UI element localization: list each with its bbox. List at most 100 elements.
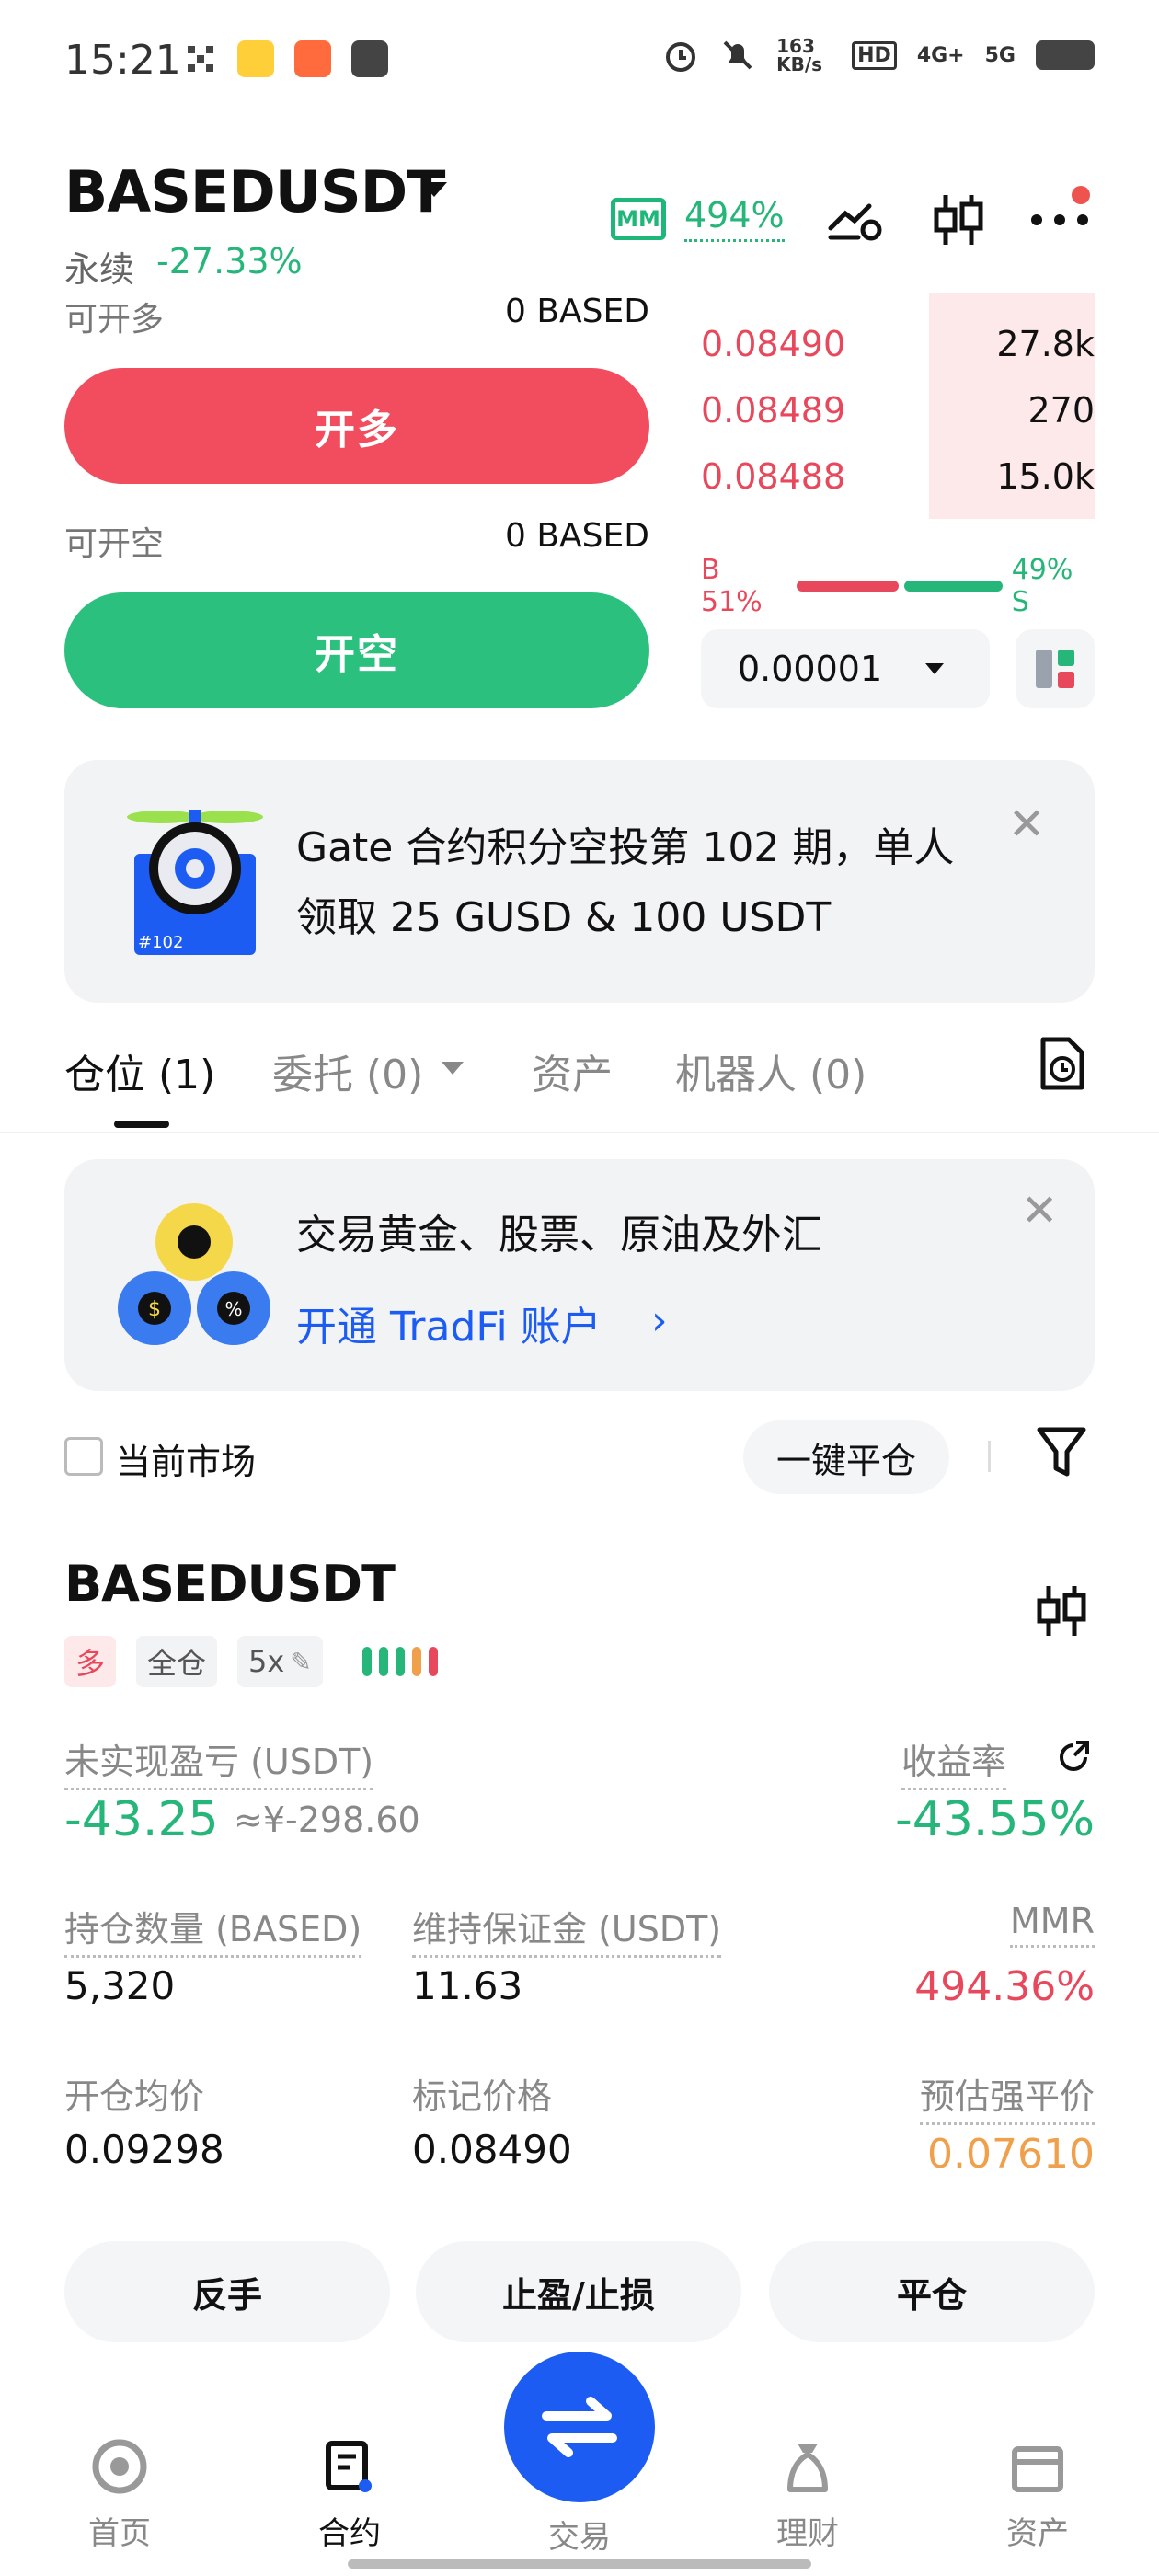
ask-price: 0.08490 — [701, 324, 846, 364]
banner-badge: #102 — [138, 933, 184, 952]
pair-dropdown-icon[interactable] — [421, 182, 447, 197]
nav-futures[interactable]: 合约 — [285, 2438, 414, 2553]
nav-assets[interactable]: 资产 — [973, 2438, 1102, 2553]
maintenance-margin-value: 11.63 — [412, 1963, 523, 2008]
earn-icon — [779, 2438, 836, 2495]
maintenance-margin-label[interactable]: 维持保证金 (USDT) — [412, 1901, 722, 1958]
liquidation-price-label[interactable]: 预估强平价 — [919, 2068, 1095, 2125]
status-notification-icons — [184, 40, 388, 77]
ask-size: 270 — [1027, 390, 1095, 431]
buy-sell-ratio: B 51% 49% S — [701, 554, 1095, 618]
weibo-app-icon — [237, 40, 274, 77]
mmr-label[interactable]: MMR — [1010, 1901, 1095, 1948]
nav-earn[interactable]: 理财 — [743, 2438, 872, 2553]
current-market-label: 当前市场 — [116, 1442, 257, 1482]
leverage-value: 5x — [248, 1644, 285, 1679]
svg-text:%: % — [224, 1298, 242, 1320]
open-short-button[interactable]: 开空 — [64, 592, 649, 708]
candlestick-chart-icon[interactable] — [1034, 1582, 1089, 1643]
mm-icon[interactable]: MM — [611, 198, 666, 240]
network-5g: 5G — [984, 43, 1016, 67]
status-time: 15:21 — [64, 37, 181, 84]
position-size-label[interactable]: 持仓数量 (BASED) — [64, 1901, 362, 1958]
nav-futures-label: 合约 — [318, 2515, 381, 2552]
tab-assets[interactable]: 资产 — [532, 1041, 613, 1100]
mute-icon — [723, 40, 752, 70]
leverage-tag[interactable]: 5x ✎ — [237, 1636, 323, 1687]
edit-icon: ✎ — [290, 1646, 312, 1677]
roe-value: -43.55% — [894, 1792, 1095, 1847]
unrealized-pnl-label[interactable]: 未实现盈亏 (USDT) — [64, 1733, 374, 1790]
network-share-icon — [188, 46, 213, 72]
liquidation-price-value: 0.07610 — [927, 2131, 1095, 2178]
swap-icon — [542, 2397, 617, 2457]
price-alert-icon[interactable] — [824, 189, 887, 251]
entry-price-label: 开仓均价 — [64, 2076, 205, 2117]
precision-select[interactable]: 0.00001 — [701, 629, 990, 708]
reverse-button[interactable]: 反手 — [64, 2241, 390, 2342]
precision-value: 0.00001 — [738, 649, 883, 689]
ask-row[interactable]: 0.08489 270 — [701, 377, 1095, 443]
tab-orders-dropdown-icon[interactable] — [442, 1062, 464, 1075]
tab-active-indicator — [114, 1121, 169, 1128]
chevron-down-icon — [925, 663, 944, 674]
tradfi-link[interactable]: 开通 TradFi 账户 — [296, 1294, 602, 1352]
sell-ratio-label: 49% S — [1011, 554, 1073, 618]
roe-label[interactable]: 收益率 — [901, 1733, 1006, 1790]
system-home-indicator[interactable] — [348, 2559, 811, 2569]
filter-icon[interactable] — [1036, 1424, 1087, 1483]
sell-ratio-bar — [903, 581, 1003, 592]
short-available-value: 0 BASED — [505, 517, 649, 555]
adl-indicator — [362, 1647, 438, 1676]
airdrop-banner-text: Gate 合约积分空投第 102 期，单人领取 25 GUSD & 100 US… — [296, 824, 955, 941]
mmr-value: 494.36% — [914, 1963, 1095, 2010]
entry-price-value: 0.09298 — [64, 2127, 224, 2172]
share-icon[interactable] — [1056, 1739, 1091, 1777]
pair-title[interactable]: BASEDUSDT — [64, 158, 445, 225]
current-market-checkbox[interactable] — [64, 1437, 103, 1476]
buy-ratio-bar — [796, 581, 899, 592]
mark-price-value: 0.08490 — [412, 2127, 572, 2172]
tab-bots[interactable]: 机器人 (0) — [675, 1041, 866, 1100]
message-app-icon — [351, 40, 388, 77]
position-pair[interactable]: BASEDUSDT — [64, 1555, 396, 1613]
ask-row[interactable]: 0.08488 15.0k — [701, 443, 1095, 510]
orderbook-layout-icon[interactable] — [1016, 629, 1095, 708]
candlestick-chart-icon[interactable] — [927, 189, 990, 251]
wallet-icon — [1009, 2438, 1066, 2495]
futures-icon — [321, 2438, 378, 2495]
nav-home[interactable]: 首页 — [55, 2438, 184, 2553]
home-icon — [91, 2438, 148, 2495]
side-tag: 多 — [64, 1636, 117, 1687]
network-4g: 4G+ — [916, 43, 965, 67]
close-icon[interactable]: ✕ — [1008, 802, 1045, 846]
close-all-button[interactable]: 一键平仓 — [743, 1420, 949, 1494]
svg-text:$: $ — [148, 1298, 161, 1321]
divider — [988, 1441, 991, 1472]
position-size-value: 5,320 — [64, 1963, 176, 2008]
ask-size: 27.8k — [996, 324, 1095, 364]
margin-mode-tag[interactable]: 全仓 — [136, 1636, 218, 1687]
history-icon[interactable] — [1038, 1036, 1087, 1095]
network-speed: 163 KB/s — [776, 35, 823, 75]
open-long-button[interactable]: 开多 — [64, 368, 649, 484]
long-available-label: 可开多 — [64, 301, 165, 339]
nav-trade-label[interactable]: 交易 — [515, 2512, 644, 2557]
tab-orders[interactable]: 委托 (0) — [272, 1041, 423, 1100]
tradfi-illustration-icon: $ % — [116, 1196, 272, 1352]
close-position-button[interactable]: 平仓 — [769, 2241, 1095, 2342]
tab-divider — [0, 1132, 1159, 1133]
mm-value[interactable]: 494% — [684, 195, 785, 242]
close-icon[interactable]: ✕ — [1021, 1189, 1058, 1233]
notification-dot — [1072, 186, 1090, 204]
buy-ratio-label: B 51% — [701, 554, 763, 618]
tp-sl-button[interactable]: 止盈/止损 — [416, 2241, 741, 2342]
trade-center-button[interactable] — [504, 2352, 655, 2502]
chevron-right-icon[interactable]: › — [651, 1297, 668, 1344]
alarm-icon — [666, 42, 696, 72]
long-available-value: 0 BASED — [505, 293, 649, 330]
ask-row[interactable]: 0.08490 27.8k — [701, 311, 1095, 377]
ask-price: 0.08489 — [701, 390, 846, 431]
tab-positions[interactable]: 仓位 (1) — [64, 1041, 215, 1100]
nav-assets-label: 资产 — [1006, 2515, 1069, 2552]
